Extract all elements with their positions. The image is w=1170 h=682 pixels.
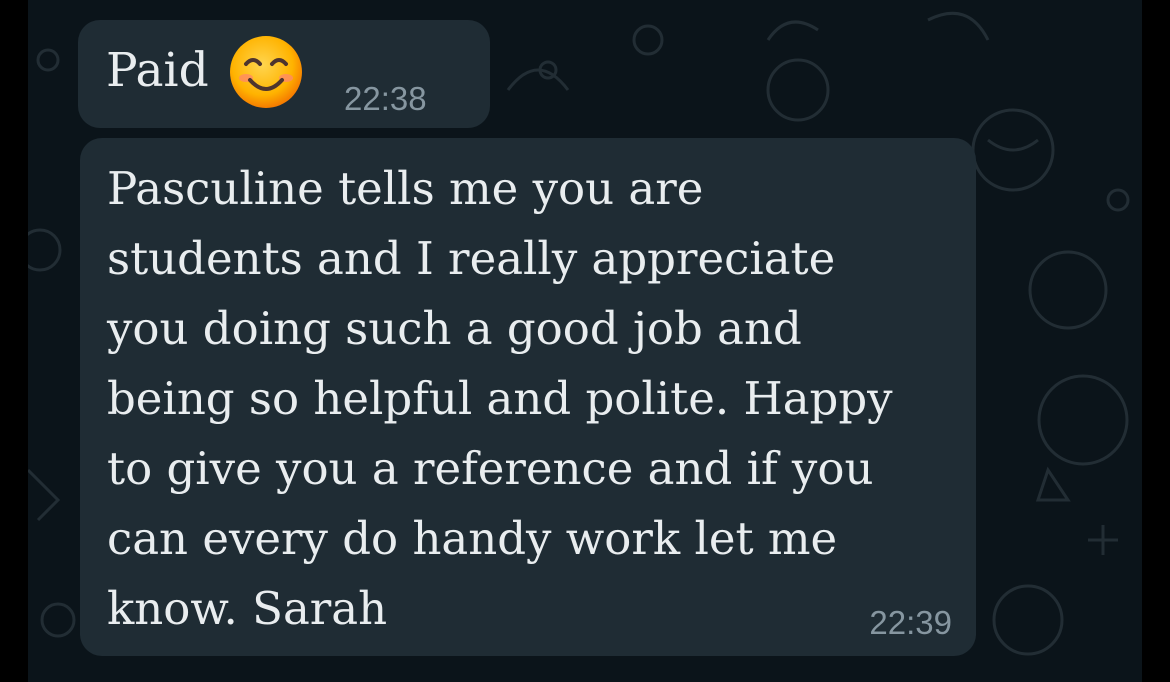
message-line: know. Sarah	[107, 582, 388, 635]
message-line: to give you a reference and if you	[107, 442, 874, 495]
message-timestamp: 22:38	[344, 80, 427, 117]
message-line: students and I really appreciate	[107, 232, 836, 285]
message-bubble-reference[interactable]: Pasculine tells me you are students and …	[80, 138, 976, 656]
message-bubble-paid[interactable]: Paid 22:38	[78, 20, 490, 128]
message-line: can every do handy work let me	[107, 512, 838, 565]
smiling-face-emoji-icon	[230, 36, 302, 108]
message-text: Paid	[106, 43, 209, 98]
chat-area[interactable]: Paid 22:38 Pasculine tells me you are st…	[28, 0, 1142, 682]
message-line: being so helpful and polite. Happy	[107, 372, 893, 425]
message-timestamp: 22:39	[869, 604, 952, 641]
message-line: Pasculine tells me you are	[107, 162, 704, 215]
message-body: Pasculine tells me you are students and …	[107, 154, 967, 644]
message-line: you doing such a good job and	[107, 302, 802, 355]
